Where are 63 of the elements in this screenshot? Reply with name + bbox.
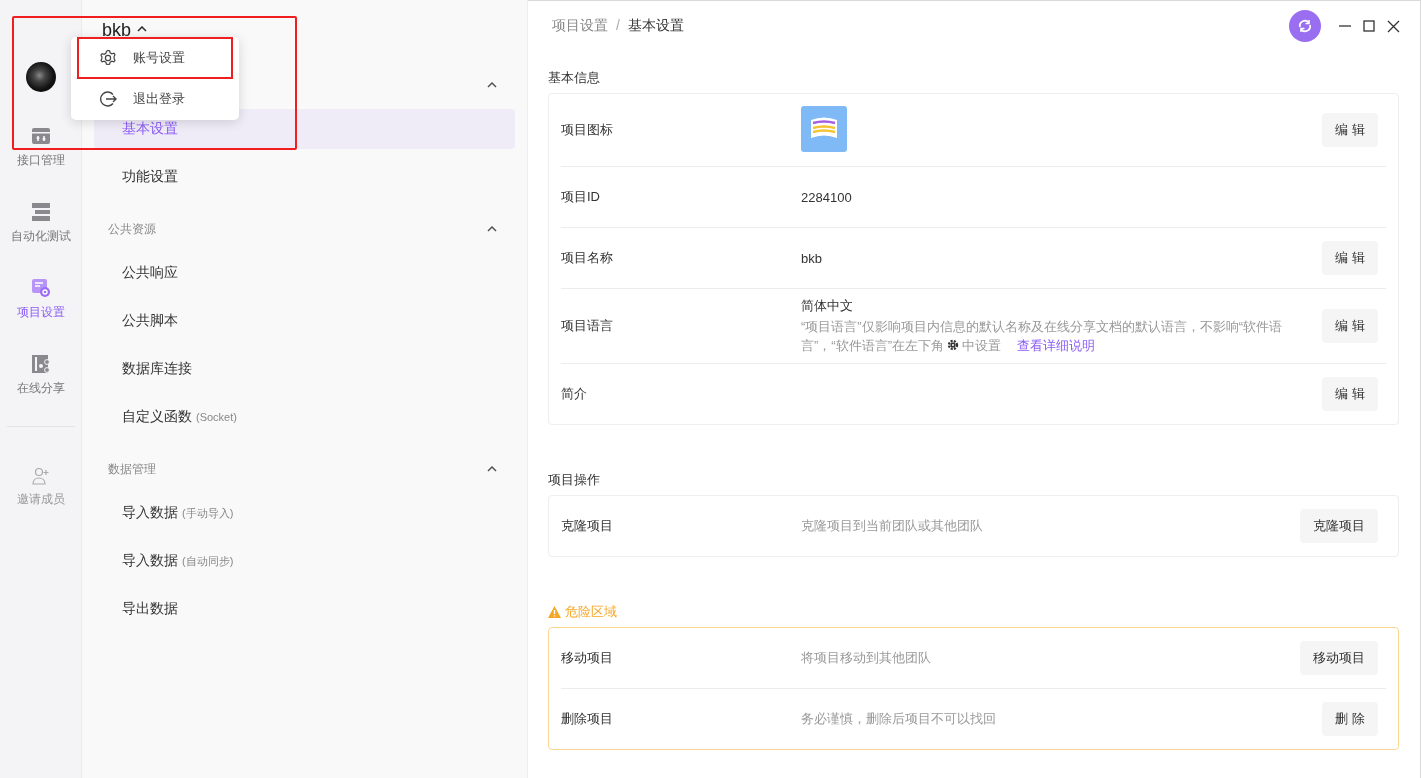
stack-icon xyxy=(30,202,51,222)
action-button[interactable]: 删 除 xyxy=(1322,702,1378,736)
sync-button[interactable] xyxy=(1289,10,1321,42)
nav-item[interactable]: 导入数据 (手动导入) xyxy=(94,493,515,533)
close-icon[interactable] xyxy=(1387,19,1400,33)
rail-item[interactable]: 接口管理 xyxy=(16,126,65,202)
action-button[interactable]: 编 辑 xyxy=(1322,377,1378,411)
chevron-icon[interactable] xyxy=(487,82,497,88)
row-label: 克隆项目 xyxy=(561,517,614,535)
sync-icon xyxy=(1297,18,1313,34)
row-label: 项目语言 xyxy=(561,317,614,335)
row-value: 2284100 xyxy=(801,189,852,205)
breadcrumb-item[interactable]: 项目设置 xyxy=(552,17,608,35)
rail-item[interactable]: 自动化测试 xyxy=(10,202,71,278)
logout-icon xyxy=(99,90,117,108)
add-user-icon xyxy=(31,467,50,485)
maximize-icon[interactable] xyxy=(1363,20,1375,32)
details-link[interactable]: 查看详细说明 xyxy=(1017,338,1095,353)
row-description: 务必谨慎，删除后项目不可以找回 xyxy=(801,711,996,726)
gear-icon xyxy=(947,339,959,351)
avatar-icon[interactable] xyxy=(25,62,56,92)
breadcrumb-separator: / xyxy=(616,17,620,35)
group-title: 公共资源 xyxy=(108,220,156,238)
nav-item[interactable]: 数据库连接 xyxy=(94,349,515,389)
row-label: 项目ID xyxy=(561,188,601,206)
share-icon xyxy=(30,354,51,374)
settings-icon xyxy=(30,278,51,298)
group-title: 数据管理 xyxy=(108,460,156,478)
row-description: 克隆项目到当前团队或其他团队 xyxy=(801,518,983,533)
caret-icon[interactable] xyxy=(137,26,148,32)
nav-item[interactable]: 导出数据 xyxy=(94,589,515,629)
action-button[interactable]: 移动项目 xyxy=(1300,641,1378,675)
menu-item[interactable]: 账号设置 xyxy=(79,39,231,77)
section-title: 基本信息 xyxy=(548,69,601,87)
row-value: bkb xyxy=(801,250,822,266)
nav-item[interactable]: 功能设置 xyxy=(94,157,515,197)
action-button[interactable]: 编 辑 xyxy=(1322,113,1378,147)
settings-icon xyxy=(99,49,117,67)
breadcrumb-item[interactable]: 基本设置 xyxy=(627,17,684,35)
nav-item[interactable]: 自定义函数 (Socket) xyxy=(94,397,515,437)
nav-item[interactable]: 导入数据 (自动同步) xyxy=(94,541,515,581)
row-label: 项目图标 xyxy=(561,121,614,139)
chevron-icon[interactable] xyxy=(487,466,497,472)
row-label: 移动项目 xyxy=(561,649,614,667)
action-button[interactable]: 编 辑 xyxy=(1322,309,1378,343)
section-title: 危险区域 xyxy=(548,597,1399,627)
nav-item[interactable]: 公共响应 xyxy=(94,253,515,293)
language-note: “项目语言”仅影响项目内信息的默认名称及在线分享文档的默认语言，不影响“软件语言”，“软件语言”在左下角 中设置 查看详细说明 xyxy=(801,318,1283,355)
row-label: 项目名称 xyxy=(561,249,614,267)
language-value: 简体中文 xyxy=(801,297,854,315)
rail-item[interactable]: 在线分享 xyxy=(16,354,65,430)
nav-item[interactable]: 公共脚本 xyxy=(94,301,515,341)
section-title: 项目操作 xyxy=(548,471,601,489)
rail-item[interactable]: 项目设置 xyxy=(16,278,65,354)
row-description: 将项目移动到其他团队 xyxy=(801,650,931,665)
action-button[interactable]: 克隆项目 xyxy=(1300,509,1378,543)
book-icon xyxy=(801,105,847,152)
row-label: 删除项目 xyxy=(561,710,614,728)
row-label: 简介 xyxy=(561,385,588,403)
warning-icon xyxy=(548,606,561,618)
toolbox-icon xyxy=(30,126,51,146)
action-button[interactable]: 编 辑 xyxy=(1322,241,1378,275)
chevron-icon[interactable] xyxy=(487,226,497,232)
